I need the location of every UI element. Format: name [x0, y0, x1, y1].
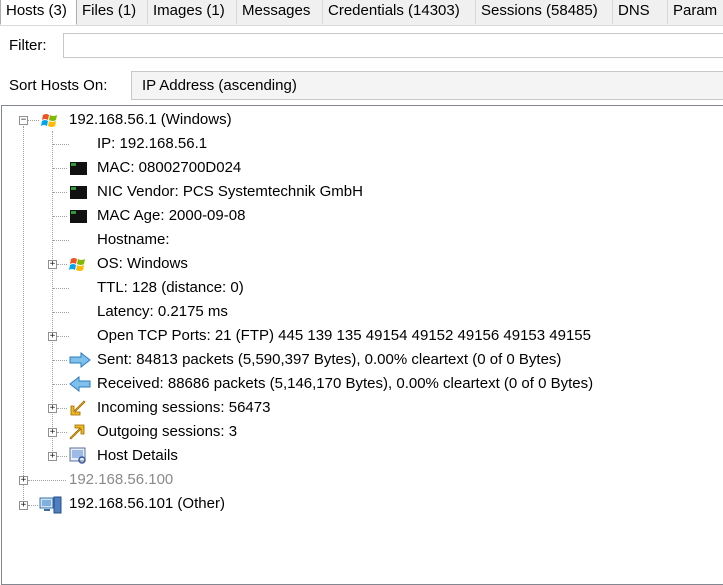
- incoming-sessions-expand-toggle[interactable]: +: [48, 404, 57, 413]
- host-1-nic-vendor[interactable]: NIC Vendor: PCS Systemtechnik GmbH: [97, 181, 363, 203]
- tab-bar: Hosts (3) Files (1) Images (1) Messages …: [0, 0, 723, 26]
- host-1-mac-age[interactable]: MAC Age: 2000-09-08: [97, 205, 245, 227]
- tree-branch-line: [53, 216, 67, 217]
- host-1-outgoing-sessions[interactable]: Outgoing sessions: 3: [97, 421, 237, 443]
- host-1-latency[interactable]: Latency: 0.2175 ms: [97, 301, 228, 323]
- os-expand-toggle[interactable]: +: [48, 260, 57, 269]
- tree-branch-line: [53, 312, 69, 313]
- tab-sessions[interactable]: Sessions (58485): [476, 0, 613, 24]
- filter-input[interactable]: [63, 33, 723, 58]
- tree-branch-line: [57, 432, 67, 433]
- host-1-sent[interactable]: Sent: 84813 packets (5,590,397 Bytes), 0…: [97, 349, 561, 371]
- host-2-label[interactable]: 192.168.56.100: [69, 469, 173, 491]
- tab-hosts[interactable]: Hosts (3): [0, 0, 77, 25]
- hosts-tree[interactable]: − 192.168.56.1 (Windows) IP: 192.168.56.…: [1, 105, 723, 585]
- host-details-icon: [69, 447, 86, 464]
- tree-branch-line: [28, 505, 38, 506]
- tree-branch-line: [57, 408, 67, 409]
- host-1-mac[interactable]: MAC: 08002700D024: [97, 157, 241, 179]
- outgoing-sessions-expand-toggle[interactable]: +: [48, 428, 57, 437]
- host-1-received[interactable]: Received: 88686 packets (5,146,170 Bytes…: [97, 373, 593, 395]
- received-arrow-icon: [69, 375, 91, 393]
- tree-branch-line: [53, 168, 67, 169]
- tree-branch-line: [28, 480, 66, 481]
- sent-arrow-icon: [69, 351, 91, 369]
- tab-images[interactable]: Images (1): [148, 0, 237, 24]
- tree-branch-line: [53, 288, 69, 289]
- filter-label: Filter:: [9, 37, 47, 54]
- tree-guide-line: [23, 126, 24, 510]
- windows-logo-icon: [41, 114, 57, 127]
- tree-branch-line: [57, 336, 69, 337]
- host-3-expand-toggle[interactable]: +: [19, 501, 28, 510]
- host-1-ip[interactable]: IP: 192.168.56.1: [97, 133, 207, 155]
- host-1-hostname[interactable]: Hostname:: [97, 229, 170, 251]
- tab-files[interactable]: Files (1): [77, 0, 148, 24]
- windows-logo-icon: [69, 258, 85, 271]
- tab-dns[interactable]: DNS: [613, 0, 668, 24]
- host-1-collapse-toggle[interactable]: −: [19, 116, 28, 125]
- host-1-details[interactable]: Host Details: [97, 445, 178, 467]
- host-details-expand-toggle[interactable]: +: [48, 452, 57, 461]
- tree-branch-line: [53, 144, 69, 145]
- network-card-icon: [70, 162, 87, 175]
- tree-branch-line: [57, 456, 67, 457]
- host-1-incoming-sessions[interactable]: Incoming sessions: 56473: [97, 397, 270, 419]
- outgoing-arrow-icon: [69, 424, 85, 440]
- tab-credentials[interactable]: Credentials (14303): [323, 0, 476, 24]
- tree-branch-line: [28, 120, 39, 121]
- tab-parameters[interactable]: Param: [668, 0, 723, 24]
- host-1-label[interactable]: 192.168.56.1 (Windows): [69, 109, 232, 131]
- host-1-ttl[interactable]: TTL: 128 (distance: 0): [97, 277, 244, 299]
- computer-icon: [39, 496, 62, 514]
- tree-branch-line: [53, 192, 67, 193]
- network-card-icon: [70, 210, 87, 223]
- tree-branch-line: [57, 264, 67, 265]
- sort-select[interactable]: IP Address (ascending): [131, 71, 723, 100]
- host-2-expand-toggle[interactable]: +: [19, 476, 28, 485]
- open-tcp-ports-expand-toggle[interactable]: +: [48, 332, 57, 341]
- sort-label: Sort Hosts On:: [9, 77, 108, 94]
- tree-branch-line: [53, 360, 67, 361]
- host-1-open-tcp-ports[interactable]: Open TCP Ports: 21 (FTP) 445 139 135 491…: [97, 325, 591, 347]
- incoming-arrow-icon: [70, 400, 86, 416]
- tab-messages[interactable]: Messages: [237, 0, 323, 24]
- tree-branch-line: [53, 384, 67, 385]
- network-card-icon: [70, 186, 87, 199]
- tree-branch-line: [53, 240, 69, 241]
- host-3-label[interactable]: 192.168.56.101 (Other): [69, 493, 225, 515]
- host-1-os[interactable]: OS: Windows: [97, 253, 188, 275]
